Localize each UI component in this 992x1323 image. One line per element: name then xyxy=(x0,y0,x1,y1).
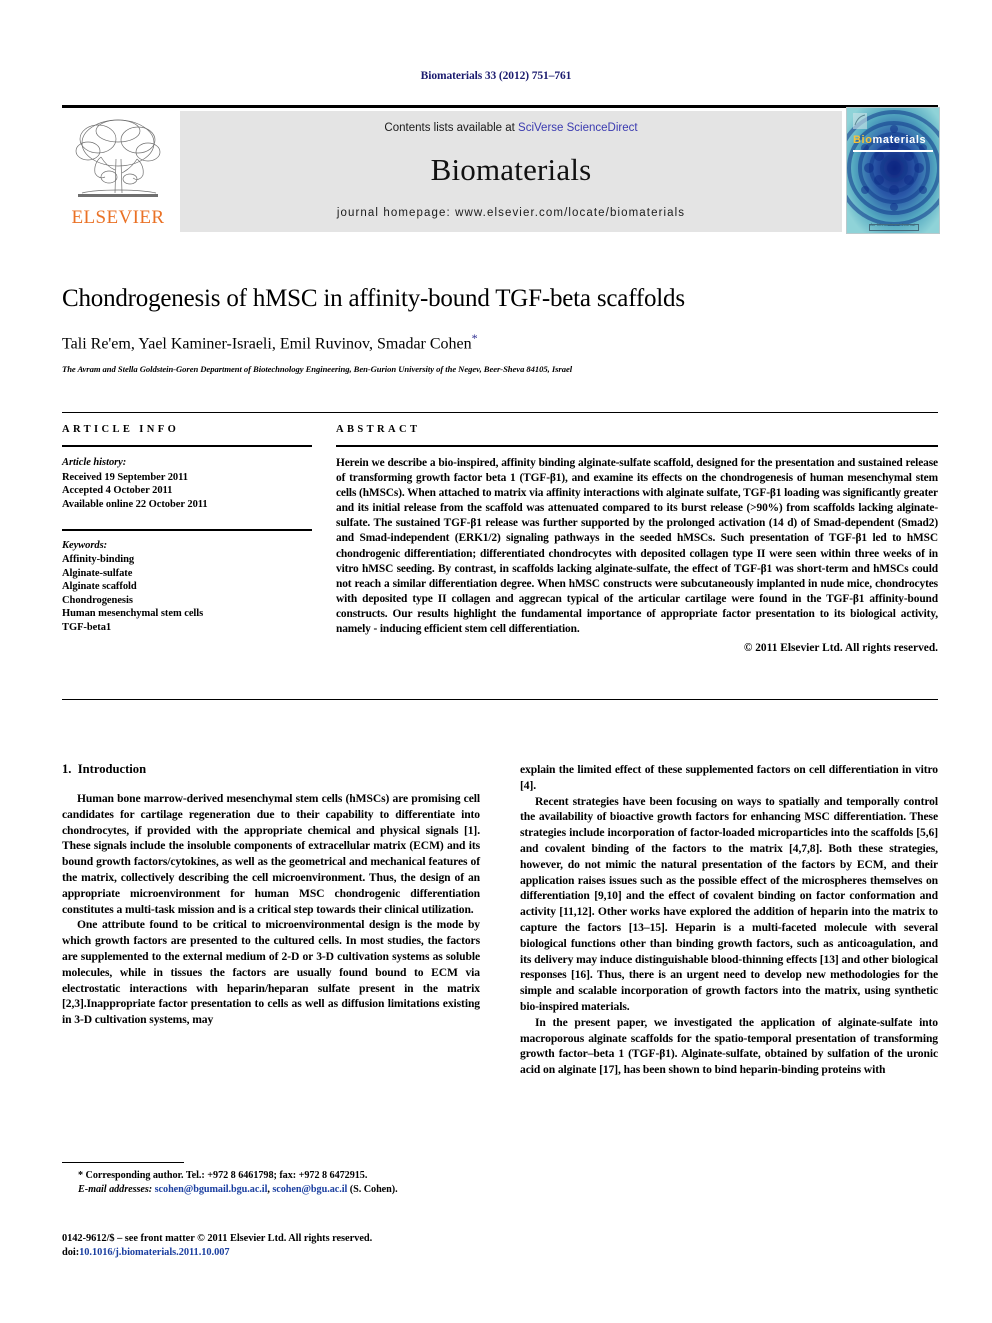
article-history-label: Article history: xyxy=(62,457,127,468)
abstract-text: Herein we describe a bio-inspired, affin… xyxy=(336,457,938,636)
author-names: Tali Re'em, Yael Kaminer-Israeli, Emil R… xyxy=(62,335,472,353)
keyword-item: Alginate scaffold xyxy=(62,581,137,592)
cover-elsevier-icon xyxy=(853,113,867,129)
keywords-label: Keywords: xyxy=(62,539,108,551)
section-title: Introduction xyxy=(77,762,147,776)
intro-paragraph: In the present paper, we investigated th… xyxy=(520,1015,938,1077)
section-heading-introduction: 1. Introduction xyxy=(62,762,480,777)
infobox-bottom-rule xyxy=(62,699,938,700)
keywords-rule xyxy=(62,529,312,531)
email-suffix: (S. Cohen). xyxy=(349,1183,398,1195)
footnote-rule xyxy=(62,1162,184,1163)
doi-line: doi:10.1016/j.biomaterials.2011.10.007 xyxy=(62,1246,522,1260)
email-note: E-mail addresses: scohen@bgumail.bgu.ac.… xyxy=(78,1183,398,1195)
intro-paragraph: Recent strategies have been focusing on … xyxy=(520,794,938,1013)
journal-title: Biomaterials xyxy=(430,152,592,187)
cover-title: Biomaterials xyxy=(853,134,926,146)
elsevier-logo: ELSEVIER xyxy=(62,111,174,232)
infobox-top-rule xyxy=(62,412,938,413)
title-block: Chondrogenesis of hMSC in affinity-bound… xyxy=(62,285,938,374)
sciencedirect-link[interactable]: SciVerse ScienceDirect xyxy=(518,122,638,134)
abstract-heading: ABSTRACT xyxy=(336,424,421,435)
email-link-2[interactable]: scohen@bgu.ac.il xyxy=(272,1184,347,1195)
keyword-item: Chondrogenesis xyxy=(62,594,133,606)
corresponding-author-note: * Corresponding author. Tel.: +972 8 646… xyxy=(78,1170,368,1181)
footnote-block: * Corresponding author. Tel.: +972 8 646… xyxy=(62,1162,480,1196)
keyword-item: Affinity-binding xyxy=(62,554,135,565)
email-label: E-mail addresses: xyxy=(78,1183,153,1195)
affiliation: The Avram and Stella Goldstein-Goren Dep… xyxy=(62,364,573,375)
doi-link[interactable]: 10.1016/j.biomaterials.2011.10.007 xyxy=(79,1247,229,1258)
journal-article-page: Biomaterials 33 (2012) 751–761 ELSEVIER … xyxy=(0,0,992,1323)
corresponding-author-marker: * xyxy=(471,331,478,345)
info-abstract-box: ARTICLE INFO Article history: Received 1… xyxy=(62,412,938,702)
issn-block: 0142-9612/$ – see front matter © 2011 El… xyxy=(62,1232,522,1260)
elsevier-tree-icon xyxy=(68,115,168,203)
journal-masthead: ELSEVIER Contents lists available at Sci… xyxy=(62,105,940,234)
author-list: Tali Re'em, Yael Kaminer-Israeli, Emil R… xyxy=(62,331,938,353)
cover-title-rest: materials xyxy=(872,134,927,146)
section-number: 1. xyxy=(62,762,72,776)
article-info-heading: ARTICLE INFO xyxy=(62,424,180,435)
body-column-right: explain the limited effect of these supp… xyxy=(520,762,938,1078)
journal-cover-thumbnail[interactable]: Biomaterials An International Journal xyxy=(846,107,940,234)
running-head: Biomaterials 33 (2012) 751–761 xyxy=(420,70,572,82)
keyword-item: TGF-beta1 xyxy=(62,621,112,633)
keyword-item: Alginate-sulfate xyxy=(62,567,133,579)
cover-publisher-box xyxy=(869,224,919,231)
abstract-heading-rule xyxy=(336,445,938,447)
article-info-column: ARTICLE INFO Article history: Received 1… xyxy=(62,424,312,634)
page-title: Chondrogenesis of hMSC in affinity-bound… xyxy=(62,285,685,312)
masthead-top-rule xyxy=(62,105,938,108)
intro-paragraph: explain the limited effect of these supp… xyxy=(520,763,938,792)
intro-paragraph: One attribute found to be critical to mi… xyxy=(62,918,480,1027)
journal-homepage-link[interactable]: journal homepage: www.elsevier.com/locat… xyxy=(180,207,842,219)
article-history-received: Received 19 September 2011 xyxy=(62,471,188,483)
abstract-copyright: © 2011 Elsevier Ltd. All rights reserved… xyxy=(743,642,938,655)
elsevier-wordmark: ELSEVIER xyxy=(71,207,165,228)
contents-available-line: Contents lists available at SciVerse Sci… xyxy=(180,122,842,134)
keyword-item: Human mesenchymal stem cells xyxy=(62,608,204,619)
contents-prefix: Contents lists available at xyxy=(384,122,519,134)
email-link-1[interactable]: scohen@bgumail.bgu.ac.il xyxy=(155,1184,268,1195)
journal-band: Contents lists available at SciVerse Sci… xyxy=(180,111,842,232)
intro-paragraph: Human bone marrow-derived mesenchymal st… xyxy=(62,792,480,916)
article-history-online: Available online 22 October 2011 xyxy=(62,498,208,510)
abstract-column: ABSTRACT Herein we describe a bio-inspir… xyxy=(336,424,938,654)
article-history-accepted: Accepted 4 October 2011 xyxy=(62,485,173,496)
cover-title-rule xyxy=(853,150,933,152)
article-info-heading-rule xyxy=(62,445,312,447)
doi-label: doi: xyxy=(62,1247,80,1258)
cover-title-bio: Bio xyxy=(853,134,873,146)
body-column-left: 1. Introduction Human bone marrow-derive… xyxy=(62,762,480,1028)
issn-front-matter: 0142-9612/$ – see front matter © 2011 El… xyxy=(62,1233,373,1244)
